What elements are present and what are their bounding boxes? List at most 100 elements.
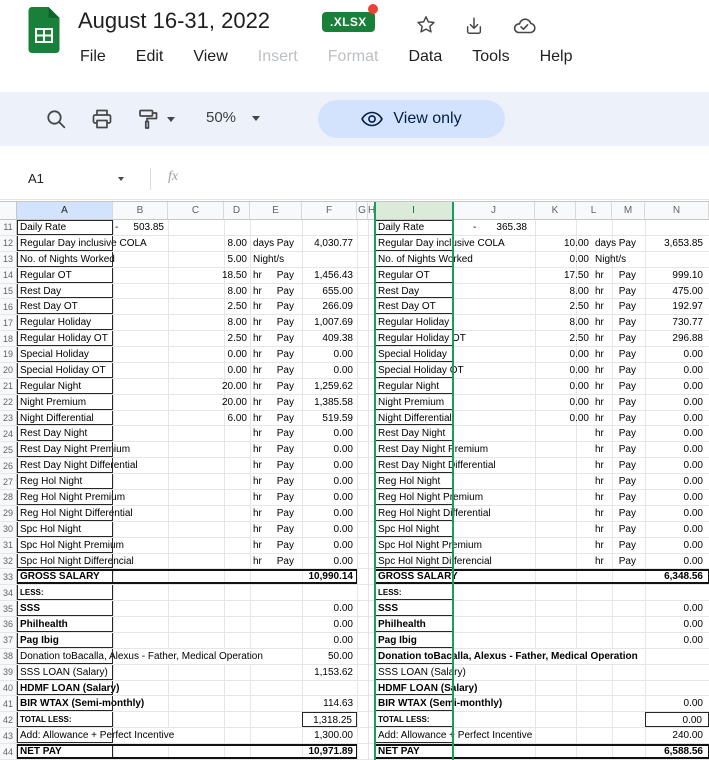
print-icon[interactable] [90, 107, 114, 131]
cell-amount[interactable]: 0.00 [645, 411, 709, 426]
sheets-logo-icon[interactable] [26, 6, 62, 54]
cell-pay[interactable]: Pay [606, 411, 640, 426]
cell-amount[interactable]: 0.00 [645, 395, 709, 410]
cell-pay[interactable]: Pay [606, 331, 640, 346]
cell-amount[interactable]: 1,318.25 [302, 712, 357, 728]
cell-amount[interactable]: 3,653.85 [645, 236, 709, 251]
cell-label[interactable]: Special Holiday [17, 347, 89, 362]
cell-hours[interactable]: 17.50 [535, 268, 591, 283]
cell-label[interactable]: Rest Day [17, 283, 62, 299]
cell-label[interactable]: Rest Day OT [375, 299, 436, 315]
name-box-caret-icon[interactable] [118, 177, 124, 181]
cell-label[interactable]: Regular Night [17, 378, 82, 394]
cell-pay[interactable]: Pay [606, 506, 640, 521]
cell-pay[interactable]: Pay [270, 506, 298, 521]
document-title[interactable]: August 16-31, 2022 [78, 8, 270, 34]
cell-amount[interactable]: 4,030.77 [302, 236, 357, 251]
cell-label[interactable]: Donation toBacalla, Alexus - Father, Med… [17, 648, 263, 664]
cell-label[interactable]: Rest Day [375, 283, 420, 299]
cell-pay[interactable]: Pay [270, 363, 298, 378]
cell-label[interactable]: NET PAY [375, 744, 420, 759]
cell-label[interactable]: Rest Day Night Premium [17, 442, 131, 458]
column-header-L[interactable]: L [576, 202, 612, 220]
cell-label[interactable]: SSS [17, 601, 41, 617]
cell-amount[interactable]: 0.00 [645, 474, 709, 489]
add-shortcut-to-drive-icon[interactable] [464, 16, 484, 36]
cell-hours[interactable]: 8.00 [535, 315, 591, 330]
cell-pay[interactable]: Pay [270, 236, 298, 251]
cell-label[interactable]: Spc Hol Night [375, 521, 440, 537]
cell-amount[interactable]: 1,385.58 [302, 395, 357, 410]
cell-pay[interactable]: Pay [270, 442, 298, 457]
cell-label[interactable]: LESS: [17, 585, 44, 601]
cell-label[interactable]: Reg Hol Night Premium [17, 490, 126, 505]
cell-label[interactable]: Regular OT [17, 267, 72, 283]
cell-amount[interactable]: 0.00 [645, 426, 709, 441]
cell-label[interactable]: Rest Day OT [17, 299, 78, 315]
cell-amount[interactable]: 0.00 [645, 458, 709, 473]
cell-label[interactable]: Spc Hol Night Premium [375, 537, 482, 553]
cell-amount[interactable]: 0.00 [645, 347, 709, 362]
cell-label[interactable]: Philhealth [375, 617, 426, 632]
cell-hours[interactable]: 0.00 [535, 379, 591, 394]
cell-hours[interactable]: 8.00 [535, 284, 591, 299]
cell-hours[interactable]: 0.00 [535, 395, 591, 410]
cell-label[interactable]: Daily Rate [17, 220, 67, 235]
cell-label[interactable]: Night Differential [17, 410, 94, 426]
cell-amount[interactable]: 475.00 [645, 284, 709, 299]
cell-amount[interactable]: 10,971.89 [302, 744, 357, 759]
cell-pay[interactable]: Pay [270, 426, 298, 441]
cell-amount[interactable]: 0.00 [645, 601, 709, 616]
cell-label[interactable]: Regular Holiday [375, 315, 450, 331]
cell-label[interactable]: Reg Hol Night [17, 474, 83, 489]
cell-pay[interactable]: Pay [606, 522, 640, 537]
cell-label[interactable]: Spc Hol Night [17, 521, 82, 537]
cell-pay[interactable]: Pay [270, 538, 298, 553]
cell-amount[interactable]: 0.00 [302, 458, 357, 473]
cell-pay[interactable]: Pay [606, 458, 640, 473]
cell-amount[interactable]: 0.00 [645, 538, 709, 553]
cell-label[interactable]: Special Holiday OT [375, 362, 464, 378]
cell-label[interactable]: BIR WTAX (Semi-monthly) [17, 696, 145, 712]
cell-amount[interactable]: 0.00 [645, 522, 709, 537]
column-header-G[interactable]: G [357, 202, 368, 220]
cell-hours[interactable]: 0.00 [168, 363, 249, 378]
cell-label[interactable]: Spc Hol Night Premium [17, 537, 124, 553]
cell-amount[interactable]: 0.00 [645, 490, 709, 505]
cell-pay[interactable]: Pay [270, 315, 298, 330]
cell-amount[interactable]: 730.77 [645, 315, 709, 330]
cell-pay[interactable]: Pay [606, 315, 640, 330]
column-header-K[interactable]: K [535, 202, 576, 220]
cell-pay[interactable]: Pay [606, 284, 640, 299]
cell-label[interactable]: Rest Day Night [17, 426, 88, 442]
cell-amount[interactable]: 0.00 [302, 347, 357, 362]
cell-hours[interactable]: 10.00 [535, 236, 591, 251]
cell-label[interactable]: Reg Hol Night [375, 474, 441, 489]
cell-amount[interactable]: 0.00 [302, 633, 357, 648]
column-header-N[interactable]: N [645, 202, 709, 220]
cloud-saved-icon[interactable] [512, 16, 536, 36]
cell-amount[interactable]: 1,456.43 [302, 268, 357, 283]
cell-hours[interactable]: 0.00 [168, 347, 249, 362]
cell-pay[interactable]: Pay [270, 522, 298, 537]
cell-label[interactable]: HDMF LOAN (Salary) [17, 680, 120, 696]
menu-data[interactable]: Data [408, 48, 442, 66]
cell-pay[interactable]: Pay [606, 363, 640, 378]
cell-amount[interactable]: 6,348.56 [645, 569, 709, 584]
cell-label[interactable]: Reg Hol Night Differential [17, 505, 133, 521]
cell-amount[interactable]: 0.00 [302, 442, 357, 457]
cell-amount[interactable]: 266.09 [302, 299, 357, 314]
cell-amount[interactable]: 0.00 [302, 554, 357, 569]
cell-amount[interactable]: 519.59 [302, 411, 357, 426]
cell-label[interactable]: No. of Nights Worked [375, 251, 473, 267]
view-only-pill[interactable]: View only [318, 100, 505, 138]
cell-amount[interactable]: 1,259.62 [302, 379, 357, 394]
cell-label[interactable]: Regular OT [375, 267, 430, 283]
cell-label[interactable]: Add: Allowance + Perfect Incentive [17, 728, 175, 744]
column-header-D[interactable]: D [224, 202, 250, 220]
cell-amount[interactable]: 1,153.62 [302, 665, 357, 680]
cell-label[interactable]: TOTAL LESS: [17, 712, 72, 728]
cell-label[interactable]: SSS [375, 601, 399, 617]
cell-label[interactable]: Regular Holiday OT [17, 331, 108, 347]
cell-label[interactable]: Night Differential [375, 410, 452, 426]
